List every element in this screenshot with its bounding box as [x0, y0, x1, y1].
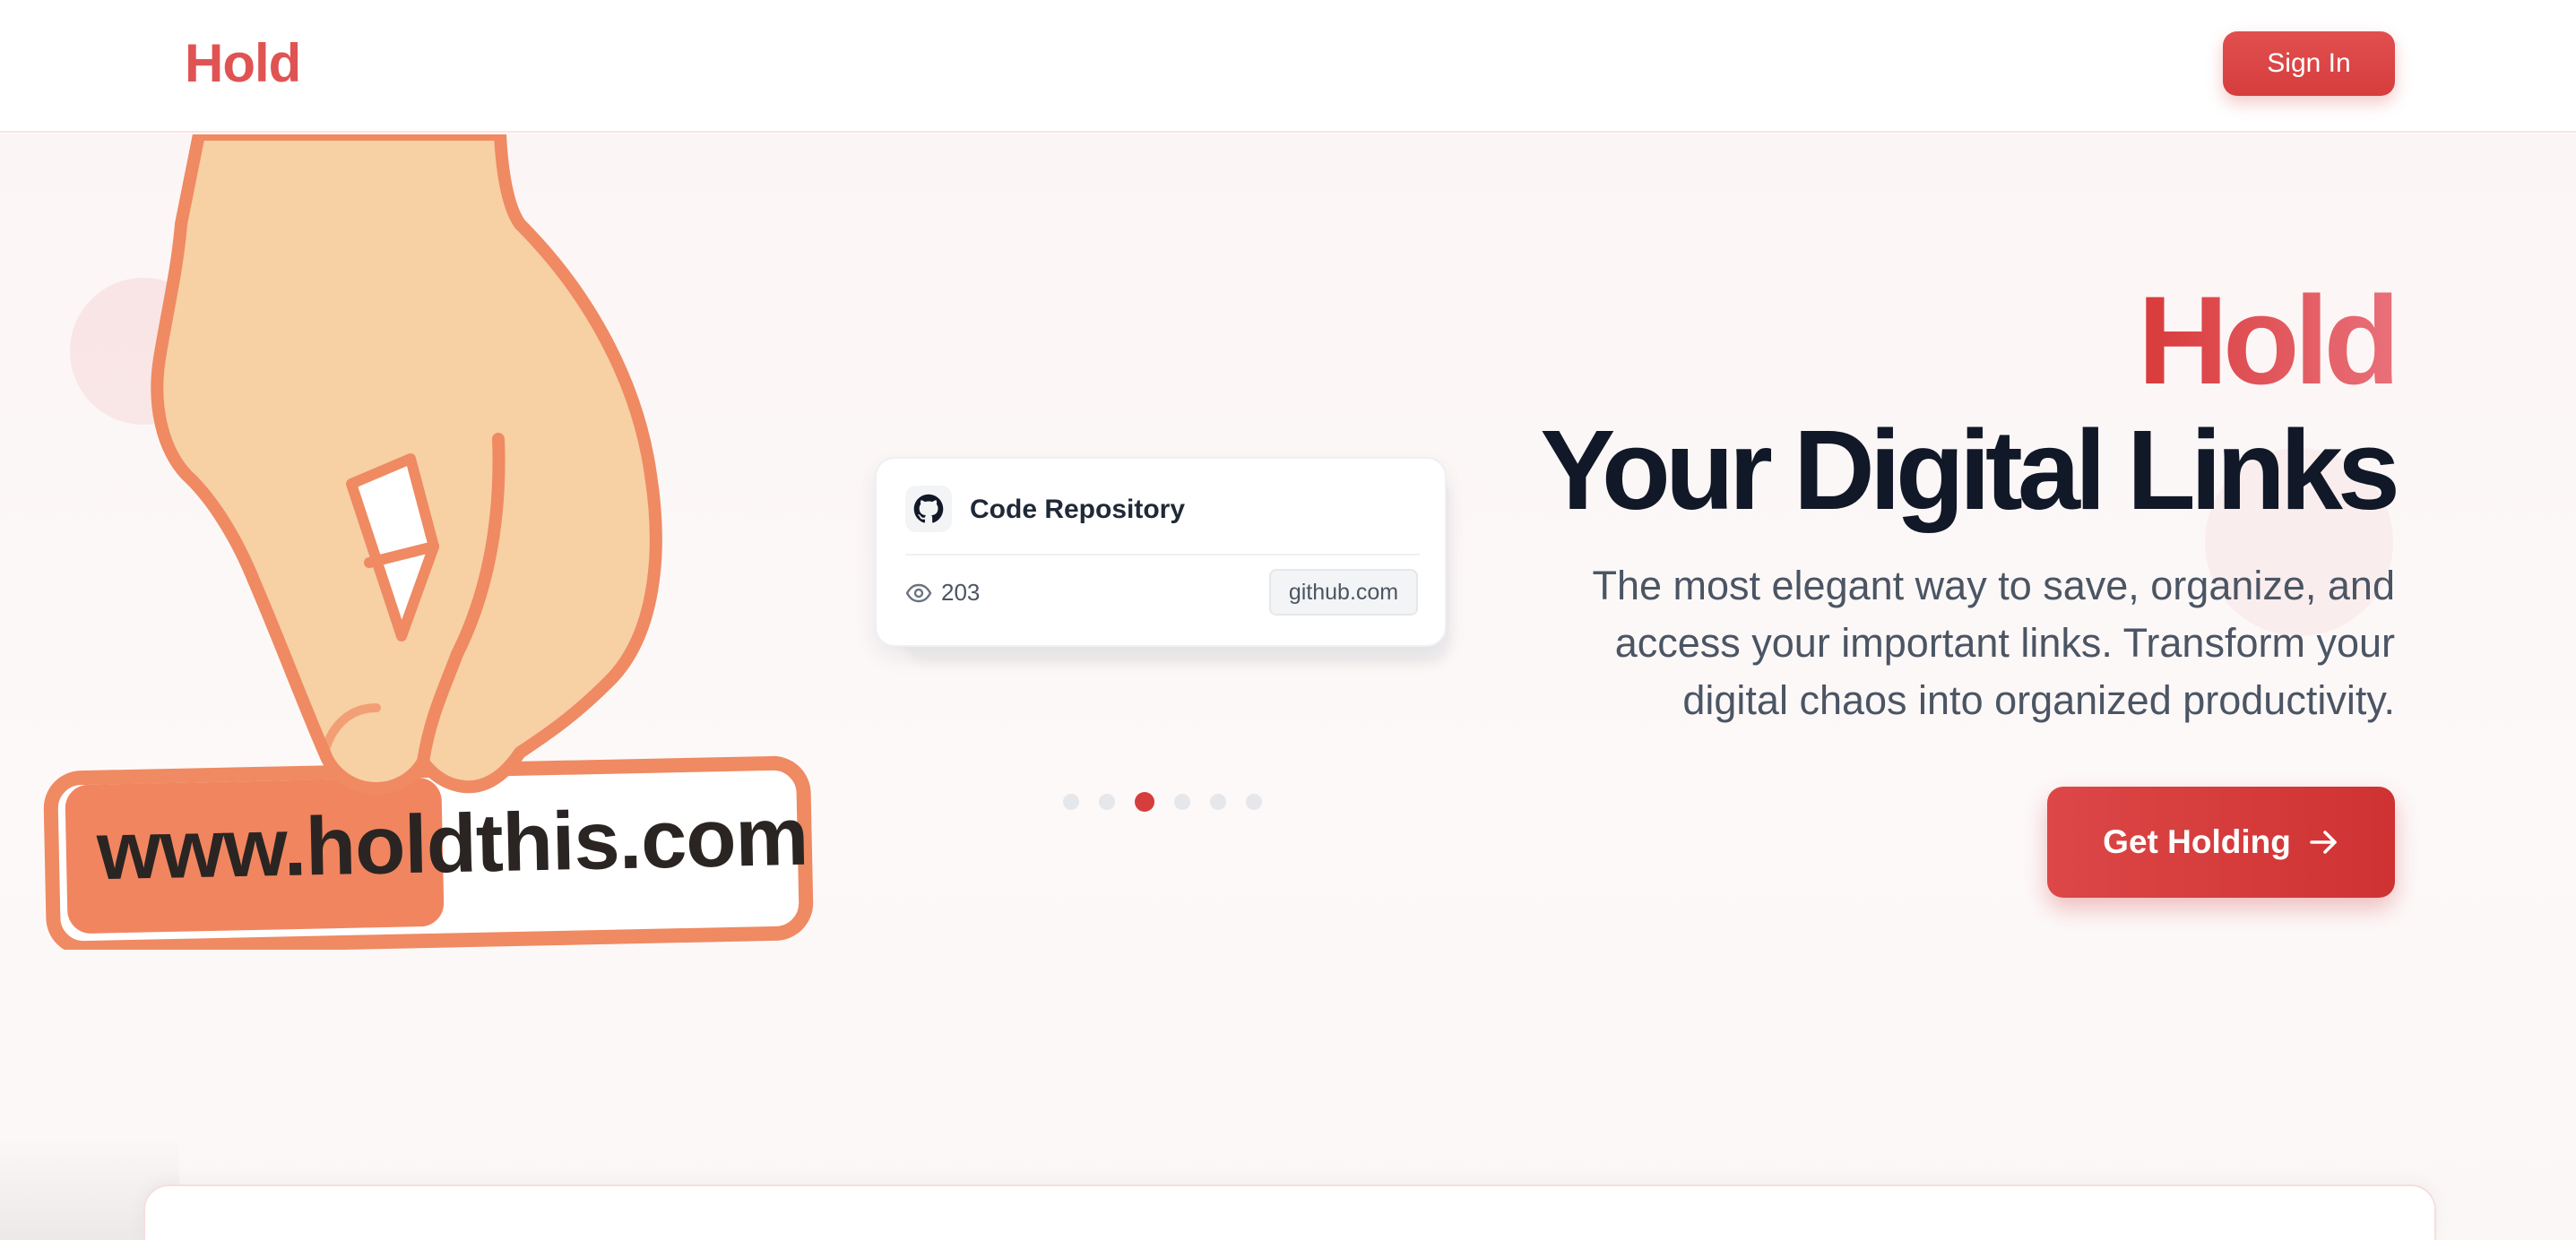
domain-chip: github.com: [1269, 569, 1418, 616]
arrow-right-icon: [2310, 831, 2337, 854]
carousel-dot-active[interactable]: [1135, 792, 1154, 812]
brand-logo[interactable]: Hold: [185, 32, 301, 94]
navbar: Hold Sign In: [0, 0, 2576, 133]
hand-icon: [151, 134, 662, 795]
carousel-dot[interactable]: [1174, 794, 1190, 810]
get-holding-button[interactable]: Get Holding: [2047, 787, 2395, 898]
card-divider: [905, 554, 1420, 555]
stamp-url-text: www.holdthis.com: [96, 790, 809, 898]
view-count: 203: [905, 579, 980, 607]
carousel-dot[interactable]: [1063, 794, 1079, 810]
views-number: 203: [941, 579, 981, 606]
sign-in-button[interactable]: Sign In: [2223, 31, 2395, 96]
hero-subtitle: The most elegant way to save, organize, …: [1592, 563, 2395, 723]
next-section-panel: [143, 1184, 2436, 1240]
get-holding-label: Get Holding: [2103, 823, 2291, 860]
carousel-dots: [1063, 792, 1262, 812]
eye-icon: [905, 583, 932, 602]
carousel-dot[interactable]: [1210, 794, 1226, 810]
link-card[interactable]: Code Repository 203 github.com: [875, 457, 1447, 647]
headline-main: Your Digital Links: [1540, 407, 2400, 533]
card-title: Code Repository: [970, 495, 1186, 524]
github-icon: [905, 486, 952, 532]
carousel-dot[interactable]: [1246, 794, 1262, 810]
carousel-dot[interactable]: [1099, 794, 1115, 810]
headline-accent: Hold: [2137, 270, 2400, 410]
